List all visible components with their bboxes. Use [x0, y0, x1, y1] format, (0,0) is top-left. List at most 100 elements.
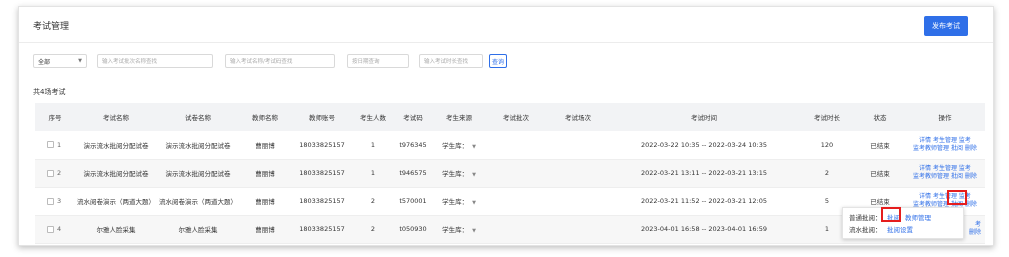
- exam-code-cell: t946575: [399, 169, 427, 177]
- exam-batch-cell: [485, 131, 547, 159]
- delete-link[interactable]: 删除: [969, 229, 981, 236]
- exam-name-cell: 演示流水批阅分配试卷: [83, 141, 149, 150]
- col-student-count: 考生人数: [360, 114, 386, 122]
- col-exam-batch: 考试批次: [503, 114, 529, 122]
- exam-count: 共4场考试: [33, 88, 66, 96]
- student-count-cell: 2: [370, 225, 376, 233]
- flow-grade-settings-link[interactable]: 批阅设置: [887, 224, 913, 234]
- date-search-input[interactable]: 按日期查询: [347, 54, 409, 68]
- teacher-name-cell: 曹丽博: [255, 198, 275, 206]
- col-exam-time: 考试时间: [691, 114, 717, 122]
- exam-name-cell: 尔雅人脸采集: [96, 226, 136, 234]
- row-checkbox[interactable]: [47, 169, 54, 177]
- status-cell: 已结束: [870, 170, 890, 178]
- exam-batch-cell: [485, 215, 547, 243]
- exam-code-cell: t976345: [399, 140, 427, 149]
- teacher-name-cell: 曹丽博: [255, 226, 275, 234]
- seq-number: 1: [57, 140, 62, 149]
- student-manage-link[interactable]: 考生管理: [933, 193, 957, 200]
- status-cell: 已结束: [870, 141, 890, 150]
- delete-link[interactable]: 删除: [965, 145, 977, 152]
- teacher-account-cell: 18033825157: [299, 140, 345, 149]
- table-row: 2 演示流水批阅分配试卷 演示流水批阅分配试卷 曹丽博 18033825157 …: [35, 159, 985, 187]
- row-checkbox[interactable]: [47, 225, 54, 233]
- grade-link[interactable]: 批阅: [951, 173, 963, 180]
- student-count-cell: 2: [370, 197, 376, 205]
- paper-name-cell: 演示流水批阅分配试卷: [165, 170, 231, 178]
- popover-normal-row: 普通批阅： 批阅 教师管理: [849, 211, 957, 223]
- teacher-account-cell: 18033825157: [299, 225, 345, 233]
- proctor-link[interactable]: 监考: [959, 137, 971, 144]
- chevron-down-icon: ▼: [472, 200, 476, 206]
- actions-cell: 详情 考生管理 监考 监考教师管理 批阅 删除: [905, 131, 985, 159]
- student-source-cell[interactable]: 学生库： ▼: [433, 215, 485, 243]
- row-checkbox[interactable]: [47, 197, 54, 205]
- col-seq: 序号: [48, 114, 62, 122]
- exam-name-cell: 流水阅卷演示（两道大题）: [77, 198, 155, 206]
- student-manage-link[interactable]: 考生管理: [933, 165, 957, 172]
- teacher-manage-link[interactable]: 教师管理: [905, 212, 931, 222]
- seq-cell: 1: [35, 131, 75, 159]
- page-title: 考试管理: [33, 22, 70, 32]
- normal-grade-label: 普通批阅：: [849, 214, 882, 222]
- exam-session-cell: [547, 159, 609, 187]
- publish-exam-button[interactable]: 发布考试: [924, 16, 968, 36]
- source-label: 学生库：: [442, 141, 469, 150]
- exam-batch-cell: [485, 187, 547, 215]
- exam-name-search-input[interactable]: 输入考试名称/考试码查找: [225, 54, 335, 68]
- panel-header: 考试管理 发布考试: [19, 7, 993, 43]
- delete-link[interactable]: 删除: [965, 173, 977, 180]
- col-status: 状态: [873, 114, 887, 122]
- exam-name-cell: 演示流水批阅分配试卷: [83, 170, 149, 178]
- exam-time-cell: 2022-03-21 13:11 -- 2022-03-21 13:15: [641, 169, 767, 177]
- detail-link[interactable]: 详情: [919, 165, 931, 172]
- student-manage-link[interactable]: 考生管理: [933, 137, 957, 144]
- actions-cell: 详情 考生管理 监考 监考教师管理 批阅 删除: [905, 159, 985, 187]
- chevron-down-icon: ▼: [472, 228, 476, 234]
- col-paper-name: 试卷名称: [185, 114, 211, 122]
- exam-code-cell: t050930: [399, 225, 427, 233]
- seq-cell: 3: [35, 187, 75, 215]
- scope-select-value: 全部: [38, 58, 51, 66]
- exam-session-cell: [547, 215, 609, 243]
- exam-session-cell: [547, 187, 609, 215]
- grade-popover: 普通批阅： 批阅 教师管理 流水批阅： 批阅设置: [842, 207, 964, 239]
- exam-session-cell: [547, 131, 609, 159]
- student-count-cell: 1: [370, 169, 376, 177]
- chevron-down-icon: ▼: [472, 143, 476, 150]
- student-source-cell[interactable]: 学生库： ▼: [433, 159, 485, 187]
- seq-number: 4: [57, 225, 62, 233]
- chevron-down-icon: ▼: [472, 172, 476, 178]
- exam-time-cell: 2022-03-21 11:52 -- 2022-03-21 12:05: [641, 197, 767, 205]
- proctor-teacher-manage-link[interactable]: 监考教师管理: [913, 173, 949, 180]
- student-source-cell[interactable]: 学生库： ▼: [433, 187, 485, 215]
- duration-search-input[interactable]: 输入考试时长查找: [419, 54, 483, 68]
- row-checkbox[interactable]: [47, 141, 54, 149]
- teacher-name-cell: 曹丽博: [255, 170, 275, 178]
- detail-link[interactable]: 详情: [919, 137, 931, 144]
- table-row: 1 演示流水批阅分配试卷 演示流水批阅分配试卷 曹丽博 18033825157 …: [35, 131, 985, 159]
- search-button[interactable]: 查询: [489, 54, 507, 68]
- proctor-link[interactable]: 考: [975, 221, 981, 228]
- flow-grade-label: 流水批阅：: [849, 226, 882, 234]
- table-header-row: 序号 考试名称 试卷名称 教师名称 教师账号 考生人数 考试码 考生来源 考试批…: [35, 103, 985, 131]
- grade-link[interactable]: 批阅: [951, 145, 963, 152]
- teacher-account-cell: 18033825157: [299, 169, 345, 177]
- col-exam-duration: 考试时长: [814, 114, 840, 122]
- detail-link[interactable]: 详情: [919, 193, 931, 200]
- col-exam-name: 考试名称: [103, 114, 129, 122]
- proctor-link[interactable]: 监考: [959, 193, 971, 200]
- exam-code-cell: t570001: [399, 197, 427, 205]
- student-source-cell[interactable]: 学生库： ▼: [433, 131, 485, 159]
- paper-name-cell: 尔雅人脸采集: [178, 226, 218, 234]
- delete-link[interactable]: 删除: [965, 201, 977, 208]
- col-actions: 操作: [938, 114, 952, 122]
- exam-duration-cell: 2: [824, 169, 830, 177]
- normal-grade-link[interactable]: 批阅: [887, 212, 900, 222]
- proctor-teacher-manage-link[interactable]: 监考教师管理: [913, 145, 949, 152]
- chevron-down-icon: ▼: [78, 58, 82, 64]
- teacher-account-cell: 18033825157: [299, 197, 345, 205]
- batch-search-input[interactable]: 输入考试批次名称查找: [97, 54, 213, 68]
- proctor-link[interactable]: 监考: [959, 165, 971, 172]
- scope-select[interactable]: 全部 ▼: [33, 54, 87, 68]
